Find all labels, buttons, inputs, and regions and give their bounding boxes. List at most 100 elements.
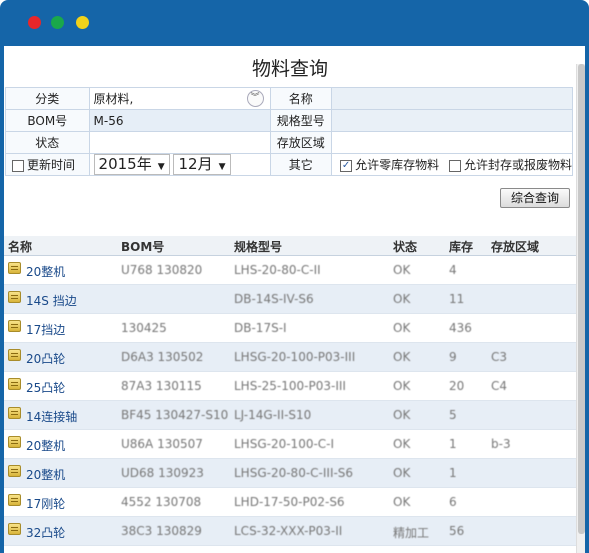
title-bar [0, 0, 589, 46]
close-window-button[interactable] [28, 16, 41, 29]
other-label: 其它 [269, 153, 333, 176]
maximize-window-button[interactable] [51, 16, 64, 29]
item-stock: 20 [449, 379, 465, 393]
column-header-location[interactable]: 存放区域 [491, 238, 539, 255]
column-header-name[interactable]: 名称 [8, 238, 32, 255]
chevron-down-icon: ▼ [218, 162, 226, 172]
item-icon [8, 465, 21, 477]
search-form: 分类 原材料, ︾ 名称 BOM号 M-56 规格型号 状态 存放区域 更新时间… [5, 87, 573, 176]
name-input[interactable] [331, 87, 573, 110]
item-name-link[interactable]: 20整机 [26, 437, 65, 454]
item-name-link[interactable]: 25凸轮 [26, 379, 65, 396]
item-spec: LCS-32-XXX-P03-II [234, 524, 343, 538]
table-row[interactable]: 25凸轮 87A3 130115 LHS-25-100-P03-III OK 20 C4 [4, 372, 576, 401]
grid-header: 名称 BOM号 规格型号 状态 库存 存放区域 [4, 236, 576, 256]
category-combo[interactable]: 原材料, ︾ [88, 87, 271, 110]
grid-body: 20整机 U768 130820 LHS-20-80-C-II OK 4 14S 挡边 DB… [4, 256, 576, 546]
item-icon [8, 378, 21, 390]
item-name-link[interactable]: 20整机 [26, 466, 65, 483]
item-bom: UD68 130923 [121, 466, 204, 480]
year-select[interactable]: 2015年 ▼ [93, 154, 170, 175]
item-bom: 87A3 130115 [121, 379, 202, 393]
update-time-checkbox[interactable] [12, 159, 24, 172]
item-stock: 11 [449, 292, 465, 306]
item-status: OK [393, 437, 411, 451]
item-spec: DB-14S-IV-S6 [234, 292, 314, 306]
table-row[interactable]: 20凸轮 D6A3 130502 LHSG-20-100-P03-III OK 9 C3 [4, 343, 576, 372]
table-row[interactable]: 14S 挡边 DB-14S-IV-S6 OK 11 [4, 285, 576, 314]
page-title: 物料查询 [251, 58, 328, 80]
item-bom: BF45 130427-S10 [121, 408, 229, 422]
chevron-down-icon[interactable]: ︾ [246, 90, 264, 107]
table-row[interactable]: 32凸轮 38C3 130829 LCS-32-XXX-P03-II 精加工 56 [4, 517, 576, 546]
table-row[interactable]: 20整机 U768 130820 LHS-20-80-C-II OK 4 [4, 256, 576, 285]
item-icon [8, 523, 21, 535]
item-location: b-3 [491, 437, 511, 451]
allow-zero-checkbox[interactable]: ✓ [340, 159, 353, 172]
item-icon [8, 407, 21, 419]
item-icon [8, 291, 21, 303]
bom-label: BOM号 [5, 109, 90, 132]
minimize-window-button[interactable] [76, 16, 89, 29]
item-name-link[interactable]: 32凸轮 [26, 524, 65, 541]
item-name-link[interactable]: 14连接轴 [26, 408, 77, 425]
item-name-link[interactable]: 20凸轮 [26, 350, 65, 367]
allow-sealed-checkbox[interactable] [448, 159, 461, 172]
content-area: 物料查询 分类 原材料, ︾ 名称 BOM号 M-56 规格型号 状态 存放区域… [4, 46, 585, 553]
app-window: 物料查询 分类 原材料, ︾ 名称 BOM号 M-56 规格型号 状态 存放区域… [0, 0, 589, 553]
column-header-status[interactable]: 状态 [393, 238, 417, 255]
item-spec: LHSG-20-80-C-III-S6 [234, 466, 354, 480]
item-status: OK [393, 466, 411, 480]
item-stock: 1 [449, 437, 457, 451]
allow-zero-label: 允许零库存物料 [355, 158, 440, 172]
item-location: C3 [491, 350, 508, 364]
query-button[interactable]: 综合查询 [500, 188, 570, 208]
spec-input[interactable] [331, 109, 573, 132]
item-bom: 38C3 130829 [121, 524, 202, 538]
table-row[interactable]: 20整机 U86A 130507 LHSG-20-100-C-I OK 1 b-3 [4, 430, 576, 459]
column-header-stock[interactable]: 库存 [449, 238, 473, 255]
item-spec: DB-17S-I [234, 321, 287, 335]
month-select[interactable]: 12月 ▼ [173, 154, 231, 175]
table-row[interactable]: 17刚轮 4552 130708 LHD-17-50-P02-S6 OK 6 [4, 488, 576, 517]
item-bom: D6A3 130502 [121, 350, 204, 364]
table-row[interactable]: 17挡边 130425 DB-17S-I OK 436 [4, 314, 576, 343]
item-bom: U768 130820 [121, 263, 203, 277]
scrollbar-thumb[interactable] [578, 64, 585, 534]
item-status: OK [393, 495, 411, 509]
table-row[interactable]: 20整机 UD68 130923 LHSG-20-80-C-III-S6 OK 1 [4, 459, 576, 488]
allow-sealed-label: 允许封存或报废物料 [463, 158, 572, 172]
update-time-label: 更新时间 [27, 158, 76, 172]
results-grid: 名称 BOM号 规格型号 状态 库存 存放区域 20整机 U768 130820 L… [4, 236, 576, 546]
item-stock: 5 [449, 408, 457, 422]
item-icon [8, 262, 21, 274]
category-label: 分类 [5, 87, 90, 110]
item-status: OK [393, 350, 411, 364]
item-stock: 9 [449, 350, 457, 364]
item-name-link[interactable]: 20整机 [26, 263, 65, 280]
item-name-link[interactable]: 14S 挡边 [26, 292, 77, 309]
item-spec: LHS-25-100-P03-III [234, 379, 346, 393]
item-bom: 4552 130708 [121, 495, 202, 509]
bom-input[interactable]: M-56 [88, 109, 271, 132]
item-name-link[interactable]: 17挡边 [26, 321, 65, 338]
column-header-bom[interactable]: BOM号 [121, 238, 164, 255]
column-header-spec[interactable]: 规格型号 [234, 238, 282, 255]
date-select-cell: 2015年 ▼ 12月 ▼ [88, 153, 271, 176]
item-icon [8, 494, 21, 506]
status-label: 状态 [5, 131, 90, 154]
table-row[interactable]: 14连接轴 BF45 130427-S10 LJ-14G-II-S10 OK 5 [4, 401, 576, 430]
item-status: 精加工 [393, 526, 430, 540]
item-name-link[interactable]: 17刚轮 [26, 495, 65, 512]
item-spec: LHD-17-50-P02-S6 [234, 495, 345, 509]
item-icon [8, 320, 21, 332]
item-spec: LHSG-20-100-C-I [234, 437, 335, 451]
year-value: 2015年 [98, 155, 152, 173]
update-time-cell: 更新时间 [5, 153, 90, 176]
item-stock: 1 [449, 466, 457, 480]
item-status: OK [393, 408, 411, 422]
vertical-scrollbar[interactable] [576, 64, 585, 553]
status-input[interactable] [88, 131, 271, 154]
item-spec: LHS-20-80-C-II [234, 263, 321, 277]
location-input[interactable] [331, 131, 573, 154]
